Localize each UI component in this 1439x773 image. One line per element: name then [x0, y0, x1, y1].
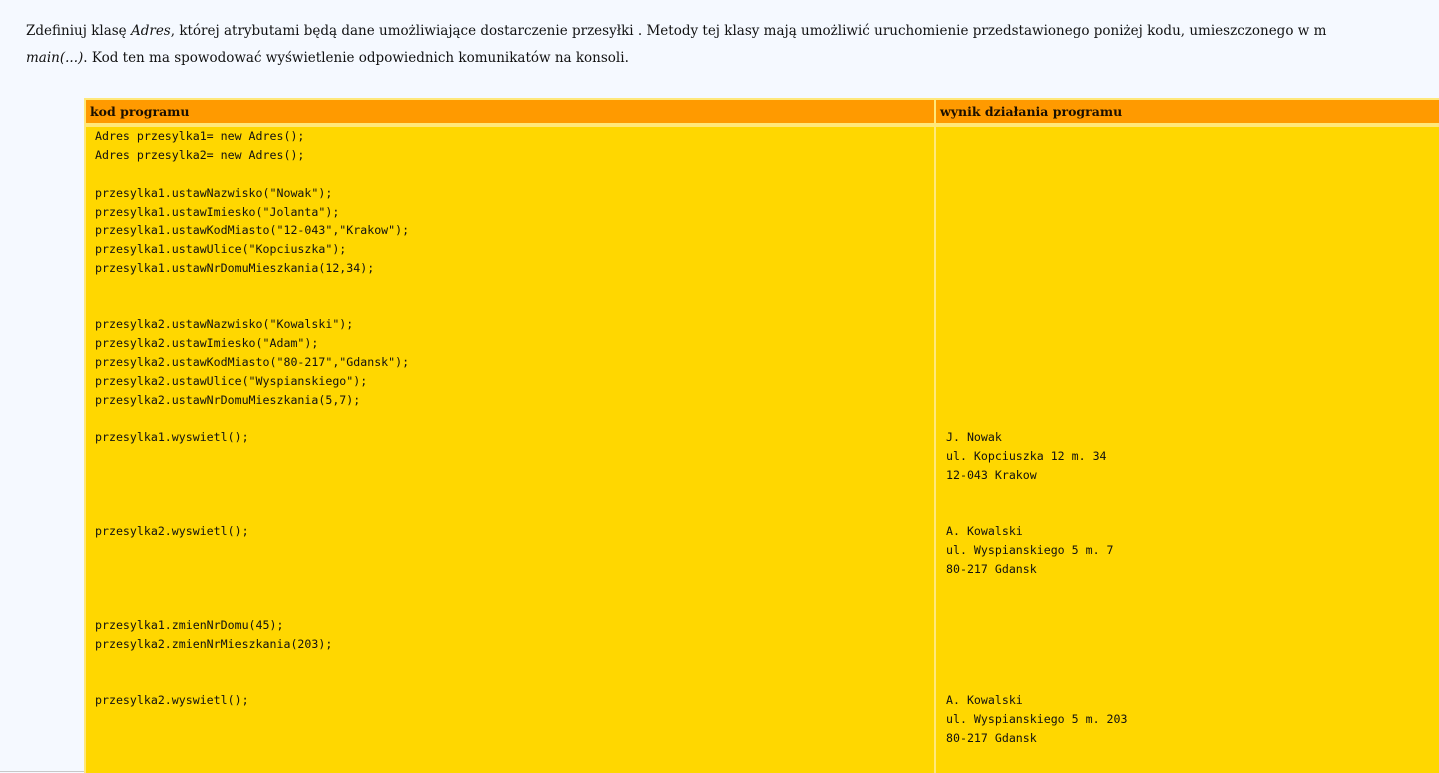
code-line: przesylka2.ustawKodMiasto("80-217","Gdan…: [95, 355, 410, 369]
code-line: przesylka1.ustawImiesko("Jolanta");: [95, 205, 340, 219]
code-line: przesylka2.wyswietl();: [95, 524, 249, 538]
output-line: A. Kowalski: [946, 524, 1023, 538]
code-line: Adres przesylka1= new Adres();: [95, 129, 305, 143]
code-line: przesylka1.ustawUlice("Kopciuszka");: [95, 242, 347, 256]
code-line: przesylka1.wyswietl();: [95, 430, 249, 444]
task-description-line-2: main(...). Kod ten ma spowodować wyświet…: [26, 45, 1439, 72]
method-name: main(...): [26, 50, 84, 66]
intro-text: , której atrybutami będą dane umożliwiaj…: [170, 23, 1327, 39]
code-line: przesylka1.ustawKodMiasto("12-043","Krak…: [95, 223, 410, 237]
code-line: przesylka2.wyswietl();: [95, 693, 249, 707]
program-table: kod programu wynik działania programu Ad…: [84, 98, 1439, 773]
output-line: J. Nowak: [946, 430, 1002, 444]
output-line: A. Kowalski: [946, 693, 1023, 707]
divider: [0, 771, 84, 772]
code-cell: Adres przesylka1= new Adres(); Adres prz…: [86, 127, 934, 773]
output-line: 12-043 Krakow: [946, 468, 1037, 482]
task-description: Zdefiniuj klasę Adres, której atrybutami…: [26, 18, 1439, 72]
result-cell: J. Nowak ul. Kopciuszka 12 m. 34 12-043 …: [936, 127, 1439, 773]
code-line: przesylka2.ustawImiesko("Adam");: [95, 336, 319, 350]
task-description-line-1: Zdefiniuj klasę Adres, której atrybutami…: [26, 18, 1439, 45]
code-line: przesylka2.ustawUlice("Wyspianskiego");: [95, 374, 368, 388]
header-result: wynik działania programu: [936, 100, 1439, 123]
code-line: przesylka2.ustawNazwisko("Kowalski");: [95, 317, 354, 331]
header-code: kod programu: [86, 100, 934, 123]
code-line: przesylka1.zmienNrDomu(45);: [95, 618, 284, 632]
output-line: 80-217 Gdansk: [946, 731, 1037, 745]
code-line: przesylka1.ustawNazwisko("Nowak");: [95, 186, 333, 200]
output-line: ul. Wyspianskiego 5 m. 7: [946, 543, 1114, 557]
code-line: przesylka2.ustawNrDomuMieszkania(5,7);: [95, 393, 361, 407]
code-line: przesylka1.ustawNrDomuMieszkania(12,34);: [95, 261, 375, 275]
output-line: ul. Kopciuszka 12 m. 34: [946, 449, 1107, 463]
class-name: Adres: [130, 23, 171, 39]
output-line: 80-217 Gdansk: [946, 562, 1037, 576]
output-line: ul. Wyspianskiego 5 m. 203: [946, 712, 1128, 726]
intro-text: Zdefiniuj klasę: [26, 23, 131, 39]
intro-text: . Kod ten ma spowodować wyświetlenie odp…: [83, 50, 629, 66]
code-line: Adres przesylka2= new Adres();: [95, 148, 305, 162]
code-line: przesylka2.zmienNrMieszkania(203);: [95, 637, 333, 651]
